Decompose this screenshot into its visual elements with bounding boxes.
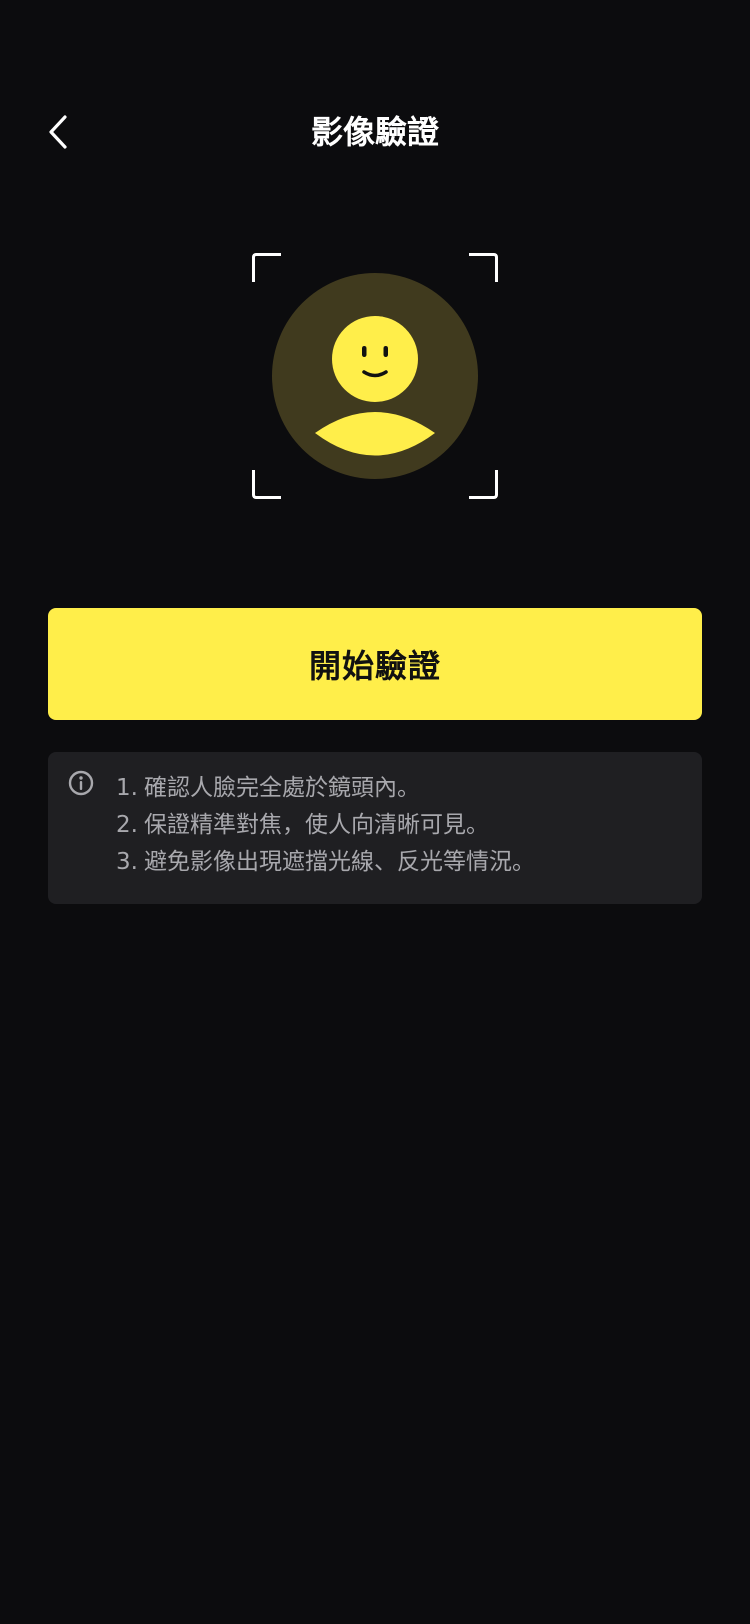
tip-item-2: 2. 保證精準對焦，使人向清晰可見。: [110, 807, 535, 844]
tip-item-3: 3. 避免影像出現遮擋光線、反光等情況。: [110, 844, 535, 881]
start-verification-button[interactable]: 開始驗證: [48, 608, 702, 720]
tip-number: 1.: [116, 775, 138, 801]
avatar-head: [332, 316, 418, 402]
header: 影像驗證: [0, 96, 750, 168]
tips-list: 1. 確認人臉完全處於鏡頭內。 2. 保證精準對焦，使人向清晰可見。 3. 避免…: [110, 770, 535, 881]
avatar-left-eye: [362, 346, 367, 357]
tip-text: 保證精準對焦，使人向清晰可見。: [144, 812, 489, 838]
tip-item-1: 1. 確認人臉完全處於鏡頭內。: [110, 770, 535, 807]
face-scan-frame: [252, 253, 498, 499]
tip-text: 確認人臉完全處於鏡頭內。: [144, 775, 420, 801]
face-avatar-icon: [272, 273, 478, 479]
avatar-right-eye: [383, 346, 388, 357]
tip-number: 3.: [116, 849, 138, 875]
page-title: 影像驗證: [310, 113, 439, 151]
info-circle-icon: [68, 770, 94, 796]
tips-card: 1. 確認人臉完全處於鏡頭內。 2. 保證精準對焦，使人向清晰可見。 3. 避免…: [48, 752, 702, 904]
tip-number: 2.: [116, 812, 138, 838]
tip-text: 避免影像出現遮擋光線、反光等情況。: [144, 849, 535, 875]
